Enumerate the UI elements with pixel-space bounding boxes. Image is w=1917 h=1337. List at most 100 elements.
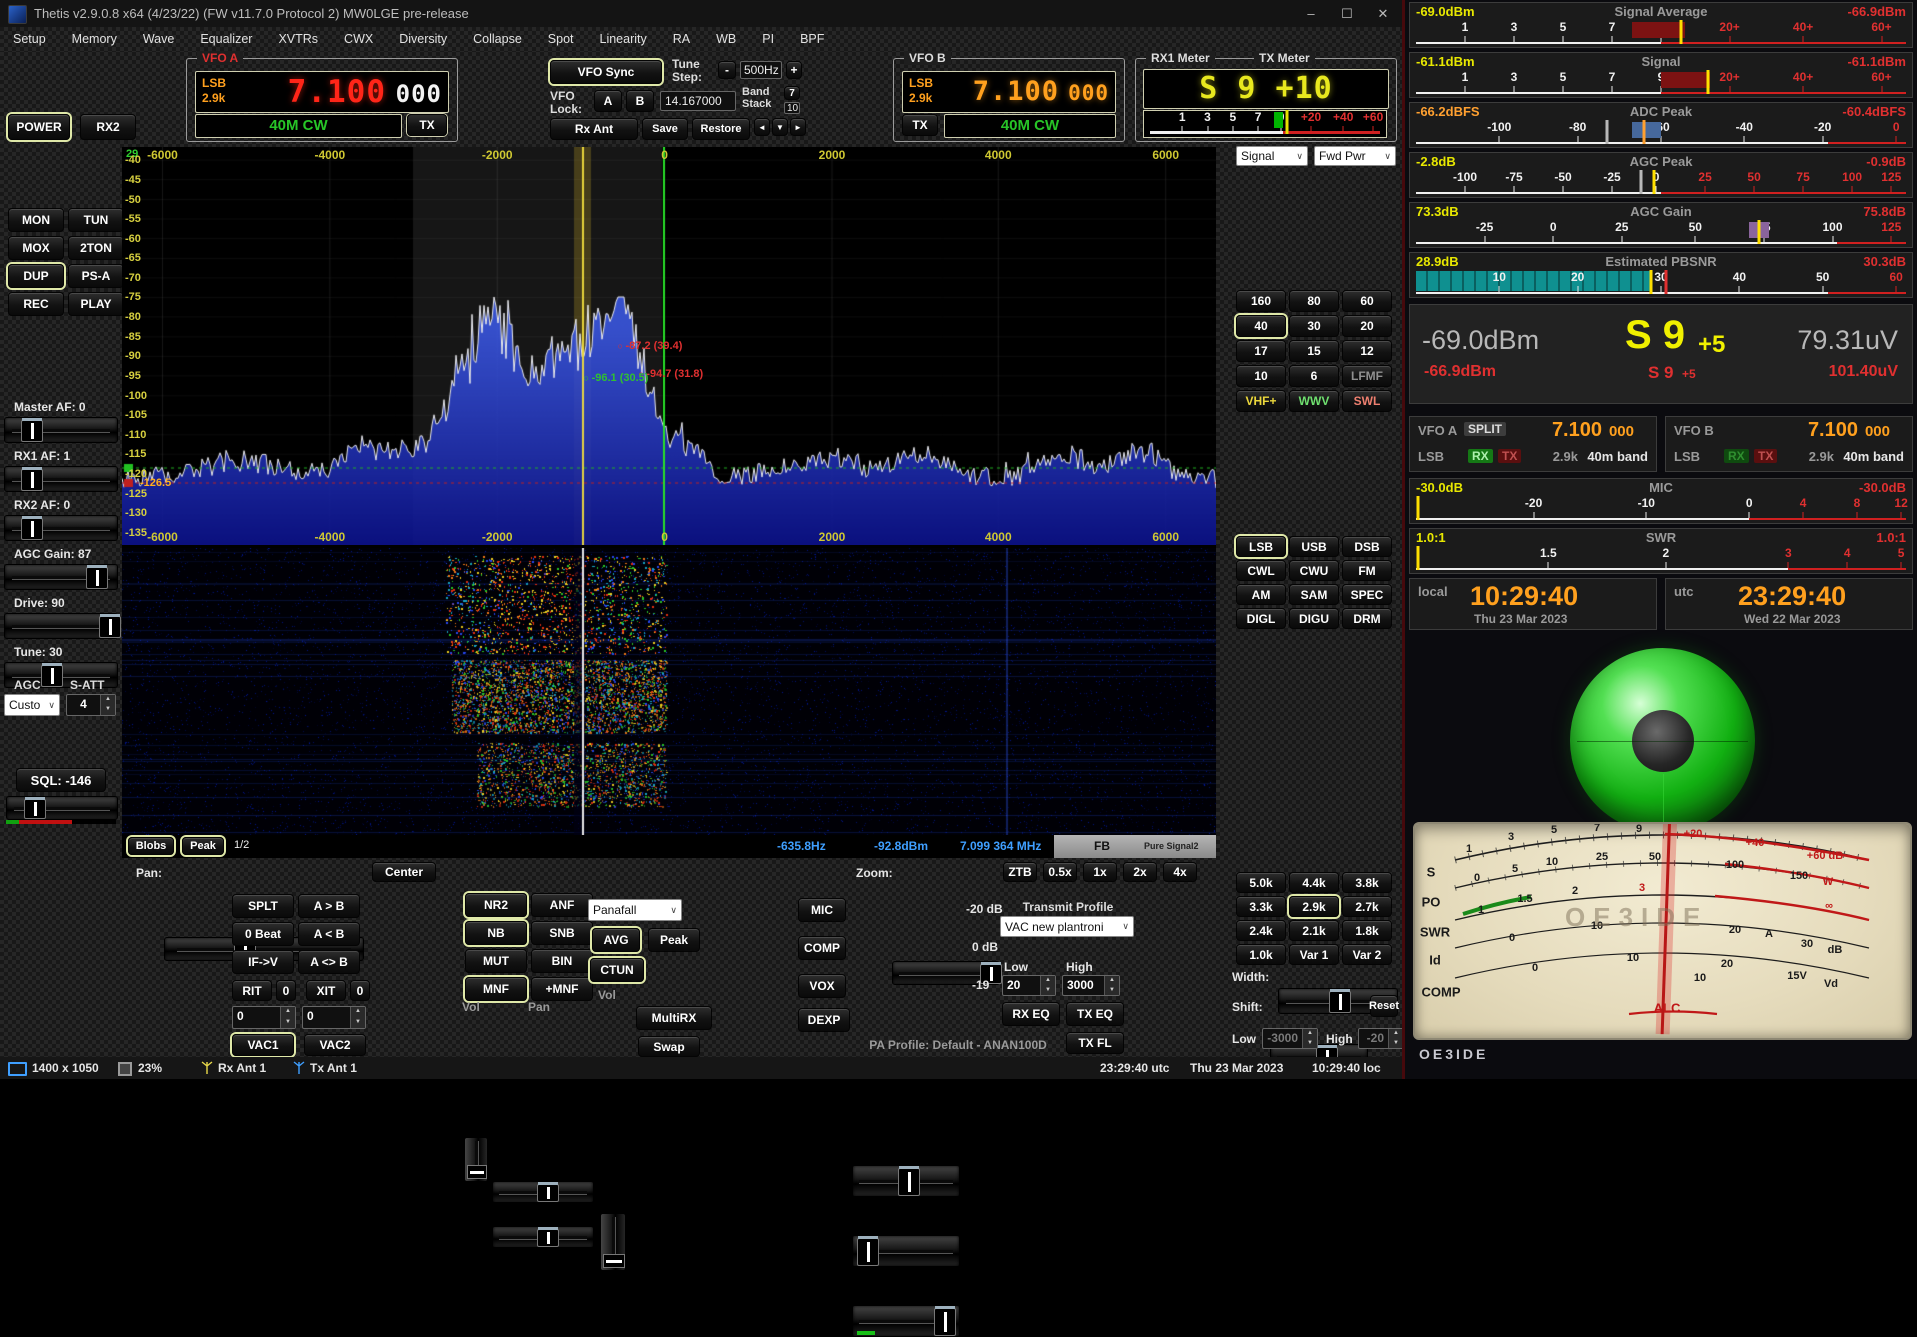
filter-low-spinner[interactable]: -3000 ▲▼ bbox=[1262, 1028, 1318, 1049]
menu-item[interactable]: CWX bbox=[331, 27, 386, 46]
vfo-lock-frequency-field[interactable]: 14.167000 bbox=[660, 91, 736, 111]
tx-control-button[interactable]: 2TON bbox=[68, 236, 124, 260]
filter-button[interactable]: 2.9k bbox=[1289, 896, 1339, 917]
spectrum-display[interactable]: 29 -6000-4000-20000200040006000 -40-45-5… bbox=[122, 147, 1216, 858]
zoom-preset-button[interactable]: 2x bbox=[1123, 862, 1157, 882]
tx-control-button[interactable]: TUN bbox=[68, 208, 124, 232]
menu-item[interactable]: Setup bbox=[0, 27, 59, 46]
zoom-preset-button[interactable]: 1x bbox=[1083, 862, 1117, 882]
mode-button[interactable]: DIGU bbox=[1289, 608, 1339, 629]
band-button[interactable]: 6 bbox=[1289, 365, 1339, 387]
tx-control-button[interactable]: PLAY bbox=[68, 292, 124, 316]
zoom-preset-button[interactable]: ZTB bbox=[1003, 862, 1037, 882]
band-button[interactable]: 17 bbox=[1236, 340, 1286, 362]
arrow-down-button[interactable]: ▼ bbox=[772, 118, 788, 136]
swap-button[interactable]: Swap bbox=[638, 1036, 700, 1057]
band-button[interactable]: 160 bbox=[1236, 290, 1286, 312]
dexp-button[interactable]: DEXP bbox=[798, 1008, 850, 1032]
filter-button[interactable]: 1.0k bbox=[1236, 944, 1286, 965]
menu-item[interactable]: Diversity bbox=[386, 27, 460, 46]
filter-button[interactable]: 3.3k bbox=[1236, 896, 1286, 917]
dsp-button[interactable]: SNB bbox=[531, 921, 593, 945]
zoom-preset-button[interactable]: 4x bbox=[1163, 862, 1197, 882]
menu-item[interactable]: Spot bbox=[535, 27, 587, 46]
vfo-a-tx-button[interactable]: TX bbox=[407, 114, 447, 136]
mode-button[interactable]: DIGL bbox=[1236, 608, 1286, 629]
mode-button[interactable]: SAM bbox=[1289, 584, 1339, 605]
sql-button[interactable]: SQL: -146 bbox=[16, 768, 106, 792]
tx-control-button[interactable]: MOX bbox=[8, 236, 64, 260]
minimize-button[interactable]: – bbox=[1294, 0, 1328, 27]
menu-item[interactable]: Wave bbox=[130, 27, 188, 46]
dsp-button[interactable]: NR2 bbox=[465, 893, 527, 917]
status-orb[interactable] bbox=[1570, 648, 1755, 833]
band-button[interactable]: 80 bbox=[1289, 290, 1339, 312]
vfo-op-button[interactable]: A > B bbox=[298, 894, 360, 918]
arrow-left-button[interactable]: ◄ bbox=[754, 118, 770, 136]
xit-spinner[interactable]: 0▲▼ bbox=[302, 1006, 366, 1029]
sub-vol-slider[interactable] bbox=[600, 1213, 626, 1271]
agc-select[interactable]: Custo∨ bbox=[4, 694, 60, 716]
tx-low-spinner[interactable]: 20▲▼ bbox=[1002, 975, 1056, 996]
vfo-op-button[interactable]: 0 Beat bbox=[232, 922, 294, 946]
vox-button[interactable]: VOX bbox=[798, 974, 846, 998]
xit-button[interactable]: XIT bbox=[306, 980, 346, 1001]
vox-slider[interactable] bbox=[852, 1305, 960, 1337]
rx-pan-slider-1[interactable] bbox=[492, 1181, 594, 1203]
fb-button[interactable]: FB bbox=[1094, 839, 1110, 853]
vfo-a-display[interactable]: LSB 2.9k 7.100 000 bbox=[195, 71, 449, 113]
band-button[interactable]: SWL bbox=[1342, 390, 1392, 412]
satt-spinner[interactable]: 4 ▲▼ bbox=[66, 694, 116, 716]
vfo-lock-a-button[interactable]: A bbox=[594, 90, 622, 112]
center-button[interactable]: Center bbox=[372, 862, 436, 882]
tx-profile-select[interactable]: VAC new plantroni∨ bbox=[1000, 916, 1134, 937]
filter-button[interactable]: 1.8k bbox=[1342, 920, 1392, 941]
dsp-button[interactable]: BIN bbox=[531, 949, 593, 973]
mode-button[interactable]: CWU bbox=[1289, 560, 1339, 581]
dsp-button[interactable]: +MNF bbox=[531, 977, 593, 1001]
band-button[interactable]: LFMF bbox=[1342, 365, 1392, 387]
filter-button[interactable]: 2.7k bbox=[1342, 896, 1392, 917]
save-button[interactable]: Save bbox=[642, 118, 688, 140]
sql-slider[interactable] bbox=[6, 796, 118, 820]
restore-button[interactable]: Restore bbox=[692, 118, 750, 140]
filter-button[interactable]: 5.0k bbox=[1236, 872, 1286, 893]
power-button[interactable]: POWER bbox=[8, 114, 70, 140]
band-button[interactable]: 40 bbox=[1236, 315, 1286, 337]
shift-reset-button[interactable]: Reset bbox=[1370, 995, 1398, 1017]
vfo-b-tx-button[interactable]: TX bbox=[902, 114, 938, 136]
close-button[interactable]: ✕ bbox=[1366, 0, 1400, 27]
tx-high-spinner[interactable]: 3000▲▼ bbox=[1062, 975, 1120, 996]
af-slider[interactable] bbox=[4, 417, 118, 443]
menu-item[interactable]: Linearity bbox=[587, 27, 660, 46]
tx-meter-source-select[interactable]: Fwd Pwr∨ bbox=[1314, 146, 1396, 166]
menu-item[interactable]: Equalizer bbox=[187, 27, 265, 46]
filter-button[interactable]: Var 2 bbox=[1342, 944, 1392, 965]
filter-button[interactable]: Var 1 bbox=[1289, 944, 1339, 965]
filter-high-spinner[interactable]: -20 ▲▼ bbox=[1358, 1028, 1404, 1049]
rx-ant-button[interactable]: Rx Ant bbox=[550, 118, 638, 140]
rx2-button[interactable]: RX2 bbox=[80, 114, 136, 140]
rit-spinner[interactable]: 0▲▼ bbox=[232, 1006, 296, 1029]
peak-toggle-button[interactable]: Peak bbox=[182, 837, 224, 855]
vfo-a-band[interactable]: 40M CW bbox=[195, 114, 402, 138]
peak-hold-button[interactable]: Peak bbox=[648, 928, 700, 952]
af-slider[interactable] bbox=[4, 515, 118, 541]
dsp-button[interactable]: NB bbox=[465, 921, 527, 945]
meter-source-select[interactable]: Signal∨ bbox=[1236, 146, 1308, 166]
band-button[interactable]: WWV bbox=[1289, 390, 1339, 412]
tune-step-plus-button[interactable]: + bbox=[786, 61, 802, 79]
blobs-button[interactable]: Blobs bbox=[128, 837, 174, 855]
vfo-sync-button[interactable]: VFO Sync bbox=[550, 60, 662, 84]
filter-button[interactable]: 3.8k bbox=[1342, 872, 1392, 893]
tx-control-button[interactable]: MON bbox=[8, 208, 64, 232]
tx-control-button[interactable]: PS-A bbox=[68, 264, 124, 288]
dsp-button[interactable]: MNF bbox=[465, 977, 527, 1001]
maximize-button[interactable]: ☐ bbox=[1330, 0, 1364, 27]
tx-control-button[interactable]: REC bbox=[8, 292, 64, 316]
tx-fl-button[interactable]: TX FL bbox=[1066, 1032, 1124, 1054]
mode-button[interactable]: AM bbox=[1236, 584, 1286, 605]
band-button[interactable]: 30 bbox=[1289, 315, 1339, 337]
waterfall[interactable] bbox=[122, 548, 1216, 835]
vfo-op-button[interactable]: SPLT bbox=[232, 894, 294, 918]
